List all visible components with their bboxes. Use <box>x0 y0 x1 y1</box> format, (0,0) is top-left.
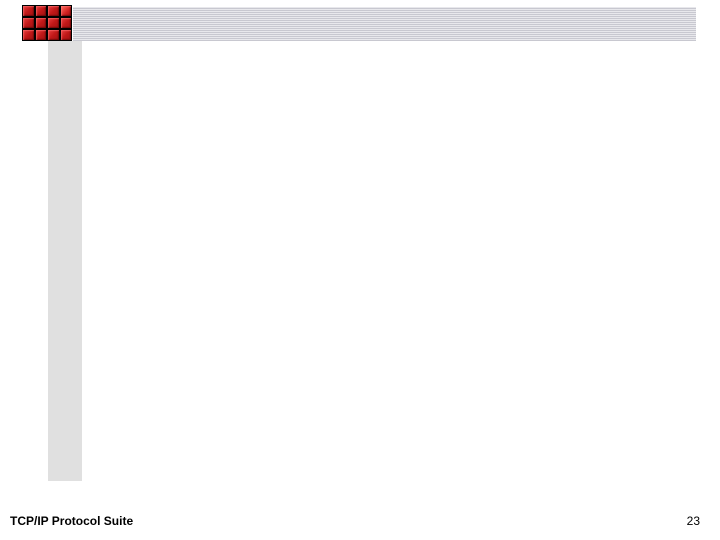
page-number: 23 <box>687 514 700 528</box>
grid-icon <box>22 5 72 41</box>
slide-content <box>82 41 696 484</box>
header-band <box>73 7 696 41</box>
left-sidebar <box>48 41 82 481</box>
footer-title: TCP/IP Protocol Suite <box>10 514 133 528</box>
